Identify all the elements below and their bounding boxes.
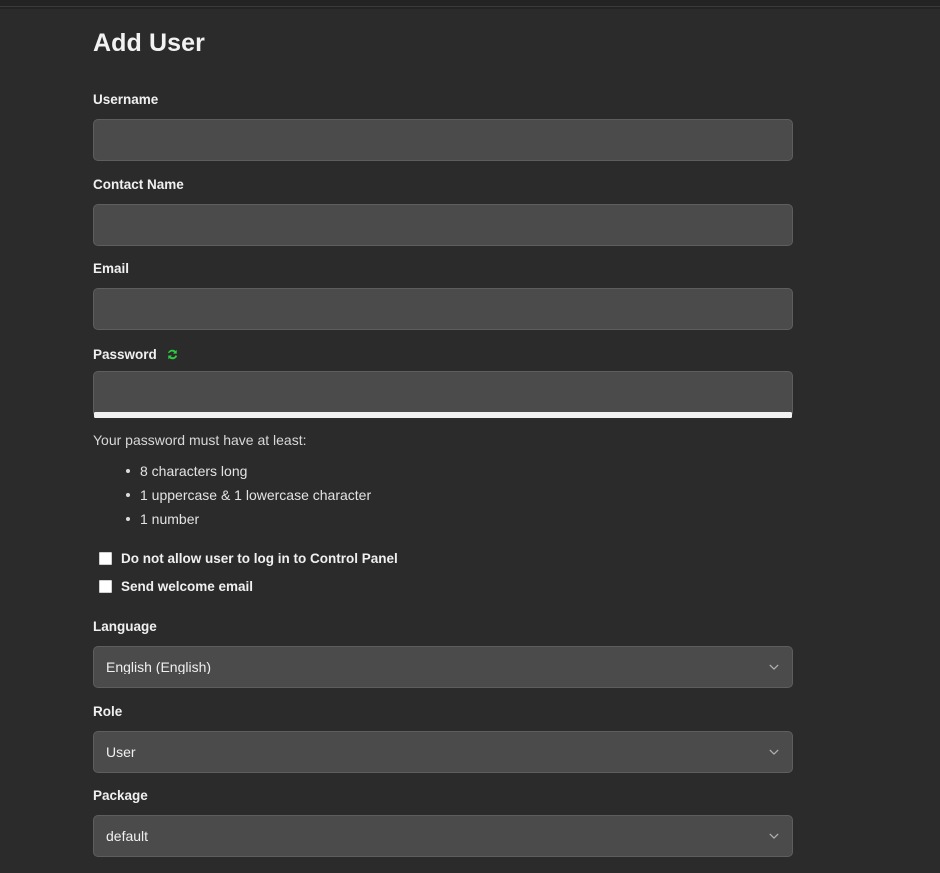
no-control-panel-login-checkbox-row[interactable]: Do not allow user to log in to Control P… bbox=[99, 552, 398, 566]
refresh-icon[interactable] bbox=[165, 347, 180, 362]
password-label-row: Password bbox=[93, 347, 180, 362]
password-rule: 1 number bbox=[125, 507, 371, 531]
package-label: Package bbox=[93, 788, 148, 803]
package-select-value: default bbox=[106, 829, 149, 843]
username-input[interactable] bbox=[93, 119, 793, 161]
role-select-box[interactable]: User bbox=[93, 731, 793, 773]
no-control-panel-login-label: Do not allow user to log in to Control P… bbox=[121, 551, 398, 566]
chrome-divider bbox=[0, 6, 940, 7]
password-strength-fill bbox=[94, 412, 792, 418]
language-label: Language bbox=[93, 619, 157, 634]
role-select[interactable]: User bbox=[93, 731, 793, 773]
contact-name-input[interactable] bbox=[93, 204, 793, 246]
email-input[interactable] bbox=[93, 288, 793, 330]
chevron-down-icon[interactable] bbox=[768, 661, 780, 673]
language-select-value: English (English) bbox=[106, 660, 212, 674]
language-select-box[interactable]: English (English) bbox=[93, 646, 793, 688]
username-label: Username bbox=[93, 92, 159, 107]
browser-top-chrome bbox=[0, 0, 940, 9]
password-input[interactable] bbox=[93, 371, 793, 417]
page-body: Add User Username Contact Name Email Pas… bbox=[0, 9, 940, 873]
role-label: Role bbox=[93, 704, 123, 719]
password-strength-meter bbox=[94, 412, 792, 418]
password-hint-text: Your password must have at least: bbox=[93, 432, 307, 448]
language-select[interactable]: English (English) bbox=[93, 646, 793, 688]
send-welcome-email-label: Send welcome email bbox=[121, 579, 254, 594]
no-control-panel-login-checkbox[interactable] bbox=[99, 552, 112, 566]
password-rule: 1 uppercase & 1 lowercase character bbox=[125, 483, 371, 507]
password-rules-list: 8 characters long 1 uppercase & 1 lowerc… bbox=[93, 459, 371, 531]
contact-name-label: Contact Name bbox=[93, 177, 184, 192]
send-welcome-email-checkbox-row[interactable]: Send welcome email bbox=[99, 580, 253, 594]
send-welcome-email-checkbox[interactable] bbox=[99, 580, 112, 594]
package-select[interactable]: default bbox=[93, 815, 793, 857]
password-rule: 8 characters long bbox=[125, 459, 371, 483]
chevron-down-icon[interactable] bbox=[768, 746, 780, 758]
package-select-box[interactable]: default bbox=[93, 815, 793, 857]
chevron-down-icon[interactable] bbox=[768, 830, 780, 842]
page-title: Add User bbox=[93, 29, 205, 57]
role-select-value: User bbox=[106, 745, 136, 759]
password-label: Password bbox=[93, 346, 157, 362]
email-label: Email bbox=[93, 261, 130, 276]
